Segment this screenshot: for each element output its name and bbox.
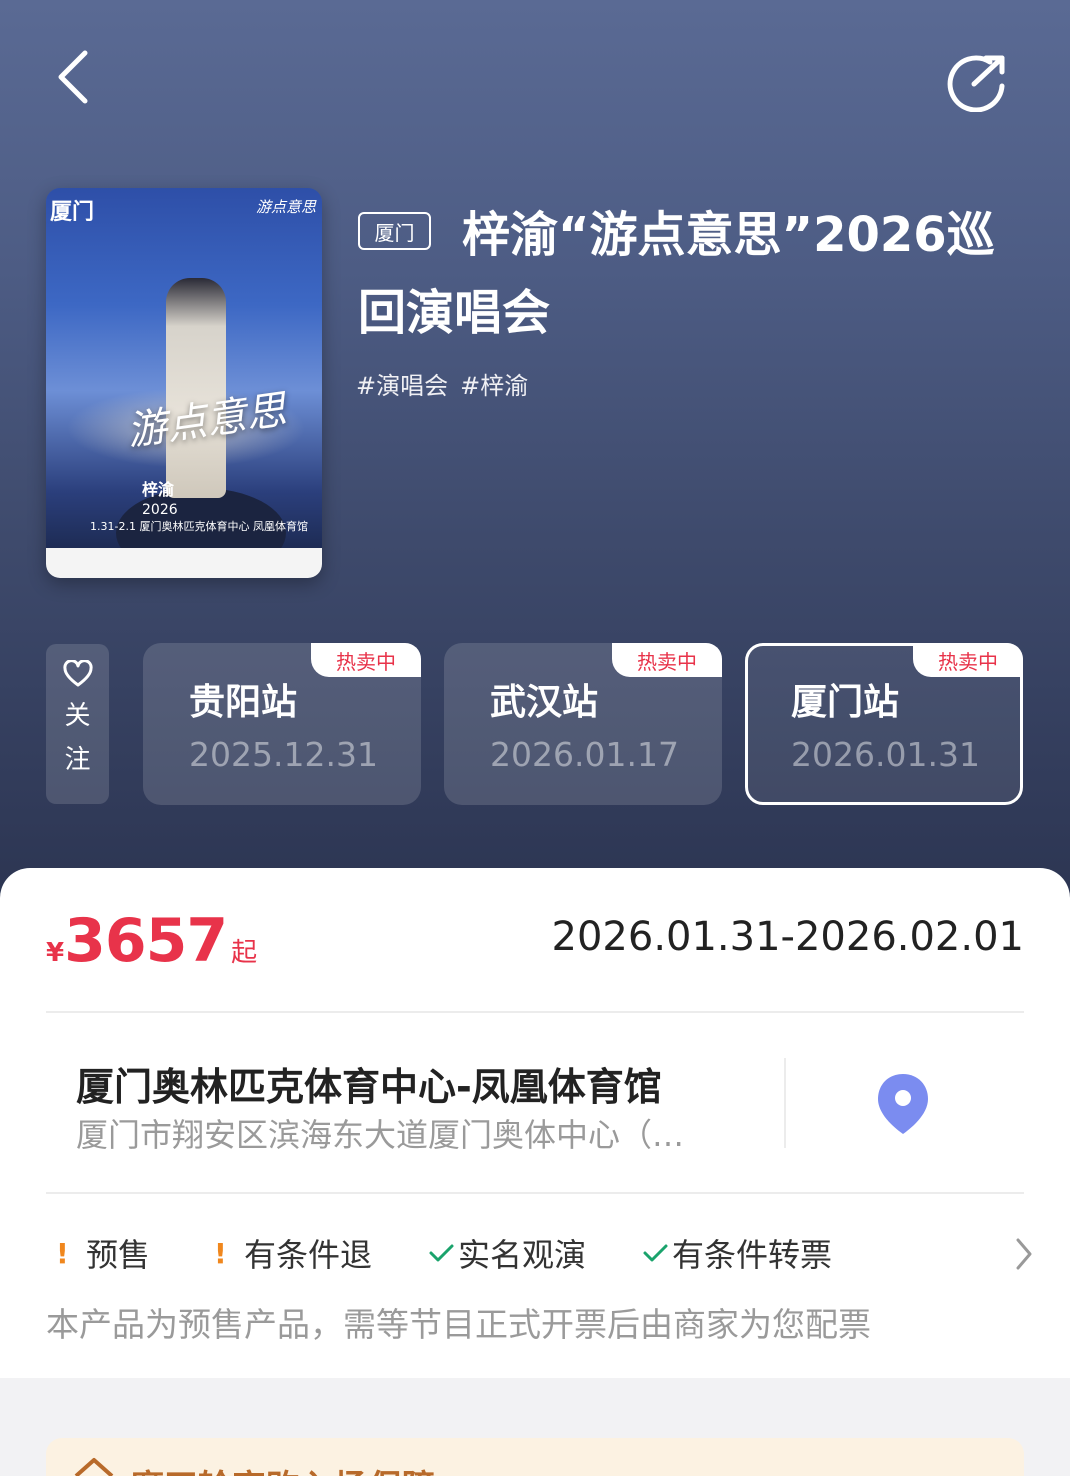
divider xyxy=(46,1011,1024,1013)
station-name: 贵阳站 xyxy=(189,682,298,723)
price-suffix: 起 xyxy=(231,938,258,968)
event-title: 梓渝“游点意思”2026巡回演唱会 xyxy=(358,207,995,341)
station-date: 2026.01.31 xyxy=(791,735,980,774)
event-tags: #演唱会 #梓渝 xyxy=(356,366,528,401)
policy-item: ! 预售 xyxy=(46,1230,150,1276)
station-date: 2025.12.31 xyxy=(189,735,378,774)
price: ¥ 3657 起 xyxy=(46,906,257,976)
policy-label: 有条件转票 xyxy=(672,1236,833,1274)
heart-icon xyxy=(62,660,93,687)
tag-item[interactable]: #梓渝 xyxy=(460,366,528,401)
policy-item: ! 有条件退 xyxy=(204,1230,372,1276)
hot-badge: 热卖中 xyxy=(311,643,421,677)
house-icon xyxy=(74,1458,114,1476)
price-amount: 3657 xyxy=(64,906,228,976)
station-name: 厦门站 xyxy=(791,682,900,723)
divider xyxy=(46,1192,1024,1194)
follow-button[interactable]: 关注 xyxy=(46,644,109,804)
vertical-divider xyxy=(784,1058,786,1148)
check-icon xyxy=(429,1244,454,1262)
policy-item: 实名观演 xyxy=(426,1230,586,1276)
event-poster[interactable]: 厦门 游点意思 游点意思 梓渝 2026 1.31-2.1 厦门奥林匹克体育中心… xyxy=(46,188,322,578)
warning-icon: ! xyxy=(214,1236,227,1270)
presale-note: 本产品为预售产品，需等节目正式开票后由商家为您配票 xyxy=(46,1305,871,1344)
share-icon xyxy=(947,55,1005,112)
banner-text: 摩天轮官购入场保障 xyxy=(130,1460,436,1476)
station-guiyang[interactable]: 热卖中 贵阳站 2025.12.31 xyxy=(143,643,421,805)
poster-artist: 梓渝 xyxy=(142,480,175,499)
follow-label: 关注 xyxy=(64,701,91,775)
price-currency: ¥ xyxy=(46,938,65,968)
city-tag: 厦门 xyxy=(358,212,431,250)
venue-address[interactable]: 厦门市翔安区滨海东大道厦门奥体中心（… xyxy=(76,1110,746,1156)
check-icon xyxy=(643,1244,668,1262)
station-name: 武汉站 xyxy=(490,682,599,723)
policy-label: 实名观演 xyxy=(458,1236,587,1274)
back-button[interactable] xyxy=(38,42,108,112)
poster-date-venue: 1.31-2.1 厦门奥林匹克体育中心 凤凰体育馆 xyxy=(90,520,308,533)
policy-label: 有条件退 xyxy=(244,1236,373,1274)
share-button[interactable] xyxy=(942,46,1012,116)
event-date-range: 2026.01.31-2026.02.01 xyxy=(551,914,1024,960)
poster-sponsor-strip xyxy=(46,548,322,578)
poster-year: 2026 xyxy=(142,502,178,518)
guarantee-banner[interactable]: 摩天轮官购入场保障 xyxy=(46,1438,1024,1476)
station-xiamen[interactable]: 热卖中 厦门站 2026.01.31 xyxy=(745,643,1023,805)
poster-city-text: 厦门 xyxy=(50,200,95,225)
tag-item[interactable]: #演唱会 xyxy=(356,366,448,401)
chevron-left-icon xyxy=(58,50,88,104)
venue-name[interactable]: 厦门奥林匹克体育中心-凤凰体育馆 xyxy=(76,1056,662,1111)
location-pin-icon[interactable] xyxy=(874,1072,932,1136)
hot-badge: 热卖中 xyxy=(612,643,722,677)
policy-row[interactable]: ! 预售 ! 有条件退 实名观演 有条件转票 xyxy=(46,1228,1036,1278)
chevron-right-icon xyxy=(1016,1238,1032,1270)
station-date: 2026.01.17 xyxy=(490,735,679,774)
poster-logo-text: 游点意思 xyxy=(255,198,316,216)
station-wuhan[interactable]: 热卖中 武汉站 2026.01.17 xyxy=(444,643,722,805)
policy-label: 预售 xyxy=(86,1236,151,1274)
hot-badge: 热卖中 xyxy=(913,643,1023,677)
warning-icon: ! xyxy=(56,1236,69,1270)
policy-item: 有条件转票 xyxy=(640,1230,832,1276)
